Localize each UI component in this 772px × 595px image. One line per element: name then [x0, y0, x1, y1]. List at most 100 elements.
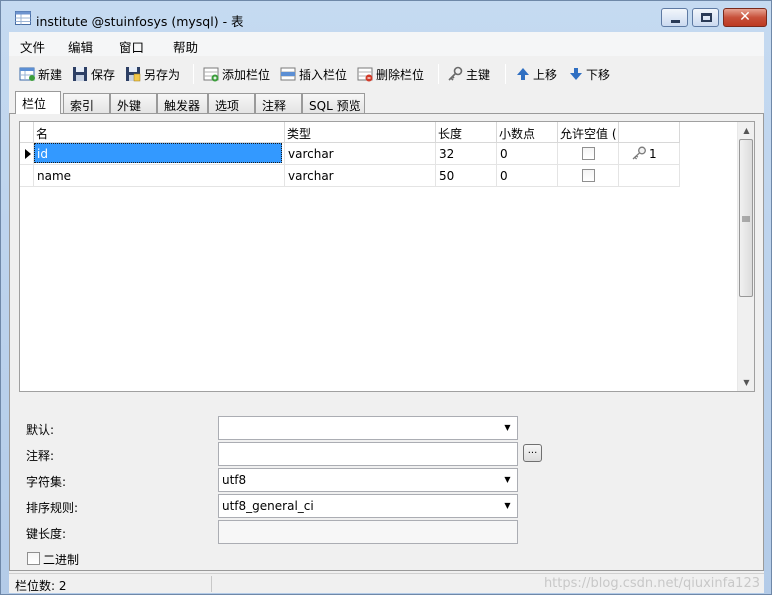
column-header-length[interactable]: 长度: [436, 122, 497, 143]
delete-field-icon: [357, 67, 373, 82]
menu-file[interactable]: 文件: [20, 37, 45, 56]
add-field-label: 添加栏位: [222, 67, 271, 82]
comment-ellipsis-button[interactable]: ...: [523, 444, 542, 462]
key-length-input[interactable]: [218, 520, 518, 544]
nullable-checkbox[interactable]: [582, 169, 595, 182]
charset-combobox[interactable]: utf8 ▼: [218, 468, 518, 492]
menu-window[interactable]: 窗口: [119, 37, 144, 56]
watermark: https://blog.csdn.net/qiuxinfa123: [543, 576, 760, 591]
table-row-cell-length[interactable]: 50: [436, 165, 497, 187]
move-up-button[interactable]: 上移: [516, 65, 557, 83]
binary-label: 二进制: [43, 553, 80, 567]
current-row-arrow-icon: [25, 149, 31, 159]
app-window: institute @stuinfosys (mysql) - 表 ✕ 文件 编…: [0, 0, 772, 595]
field-properties: 默认: ▼ 注释: ... 字符集: utf8 ▼ 排序规则: utf8_gen: [10, 392, 765, 572]
table-row-cell-name[interactable]: name: [34, 165, 285, 187]
scroll-thumb[interactable]: [739, 139, 753, 297]
move-down-label: 下移: [586, 67, 611, 82]
insert-field-icon: [280, 67, 296, 81]
charset-value: utf8: [222, 473, 247, 487]
nullable-checkbox[interactable]: [582, 147, 595, 160]
primary-key-icon: [632, 146, 646, 160]
comment-label: 注释:: [26, 449, 55, 463]
table-row-cell-decimals[interactable]: 0: [497, 143, 558, 165]
fields-panel: 名 类型 长度 小数点 允许空值 ( id varchar 32 0 1 nam…: [9, 113, 764, 571]
column-header-key[interactable]: [619, 122, 680, 143]
arrow-down-icon: [570, 68, 582, 80]
row-header-corner: [20, 122, 34, 143]
table-row-cell-type[interactable]: varchar: [285, 165, 436, 187]
toolbar: 新建 保存 另存为 添加栏位 插入栏位 删除栏位 主键 上移 下移: [9, 58, 764, 88]
collation-combobox[interactable]: utf8_general_ci ▼: [218, 494, 518, 518]
toolbar-separator: [438, 64, 439, 84]
tab-comment[interactable]: 注释: [255, 93, 302, 114]
comment-input[interactable]: [218, 442, 518, 466]
column-header-name[interactable]: 名: [34, 122, 285, 143]
save-icon: [73, 67, 87, 81]
minimize-button[interactable]: [661, 8, 688, 27]
table-row-cell-key[interactable]: [619, 165, 680, 187]
binary-checkbox[interactable]: [27, 552, 40, 565]
tab-indexes[interactable]: 索引: [63, 93, 110, 114]
key-order: 1: [649, 147, 657, 161]
table-row-cell-type[interactable]: varchar: [285, 143, 436, 165]
row-header[interactable]: [20, 165, 34, 187]
key-length-label: 键长度:: [26, 527, 67, 541]
column-header-type[interactable]: 类型: [285, 122, 436, 143]
primary-key-button[interactable]: 主键: [447, 65, 490, 83]
maximize-button[interactable]: [692, 8, 719, 27]
menu-edit[interactable]: 编辑: [68, 37, 93, 56]
grid-scrollbar[interactable]: ▲ ▼: [737, 122, 754, 391]
column-header-nullable[interactable]: 允许空值 (: [558, 122, 619, 143]
status-divider: [211, 576, 212, 592]
collation-value: utf8_general_ci: [222, 499, 314, 513]
client-area: 文件 编辑 窗口 帮助 新建 保存 另存为 添加栏位 插入栏位 删除栏位 主键 …: [9, 32, 764, 593]
save-as-button[interactable]: 另存为: [125, 65, 180, 83]
table-row-cell-nullable[interactable]: [558, 143, 619, 165]
table-row-cell-nullable[interactable]: [558, 165, 619, 187]
charset-label: 字符集:: [26, 475, 67, 489]
table-row-cell-decimals[interactable]: 0: [497, 165, 558, 187]
chevron-down-icon[interactable]: ▼: [500, 469, 515, 491]
menu-help[interactable]: 帮助: [173, 37, 198, 56]
chevron-down-icon[interactable]: ▼: [500, 417, 515, 439]
minimize-icon: [671, 20, 680, 23]
scroll-down-icon[interactable]: ▼: [738, 374, 754, 391]
insert-field-button[interactable]: 插入栏位: [280, 65, 347, 83]
save-button[interactable]: 保存: [72, 65, 115, 83]
chevron-down-icon[interactable]: ▼: [500, 495, 515, 517]
scroll-up-icon[interactable]: ▲: [738, 122, 754, 139]
table-row-cell-key[interactable]: 1: [619, 143, 680, 165]
tab-foreign-keys[interactable]: 外键: [110, 93, 157, 114]
insert-field-label: 插入栏位: [299, 67, 348, 82]
default-combobox[interactable]: ▼: [218, 416, 518, 440]
close-button[interactable]: ✕: [723, 8, 767, 27]
table-row-cell-length[interactable]: 32: [436, 143, 497, 165]
tab-sql-preview[interactable]: SQL 预览: [302, 93, 365, 114]
column-header-decimals[interactable]: 小数点: [497, 122, 558, 143]
new-label: 新建: [38, 67, 63, 82]
selected-cell[interactable]: id: [34, 143, 282, 163]
title-bar: institute @stuinfosys (mysql) - 表 ✕: [1, 1, 771, 33]
delete-field-button[interactable]: 删除栏位: [357, 65, 424, 83]
save-as-icon: [126, 67, 141, 82]
fields-grid: 名 类型 长度 小数点 允许空值 ( id varchar 32 0 1 nam…: [19, 121, 755, 392]
menu-bar: 文件 编辑 窗口 帮助: [9, 32, 764, 56]
tab-options[interactable]: 选项: [208, 93, 255, 114]
close-icon: ✕: [739, 9, 751, 25]
add-field-icon: [203, 67, 219, 82]
new-button[interactable]: 新建: [19, 65, 62, 83]
status-bar: 栏位数: 2 https://blog.csdn.net/qiuxinfa123: [9, 573, 764, 593]
tab-triggers[interactable]: 触发器: [157, 93, 208, 114]
arrow-up-icon: [517, 68, 529, 80]
key-icon: [448, 66, 463, 81]
field-count: 栏位数: 2: [15, 579, 67, 593]
tab-fields[interactable]: 栏位: [15, 91, 61, 114]
table-row-cell-name[interactable]: id: [34, 143, 285, 165]
default-label: 默认:: [26, 423, 55, 437]
row-header[interactable]: [20, 143, 34, 165]
add-field-button[interactable]: 添加栏位: [203, 65, 270, 83]
move-down-button[interactable]: 下移: [569, 65, 610, 83]
toolbar-separator: [193, 64, 194, 84]
new-table-icon: [19, 67, 35, 81]
